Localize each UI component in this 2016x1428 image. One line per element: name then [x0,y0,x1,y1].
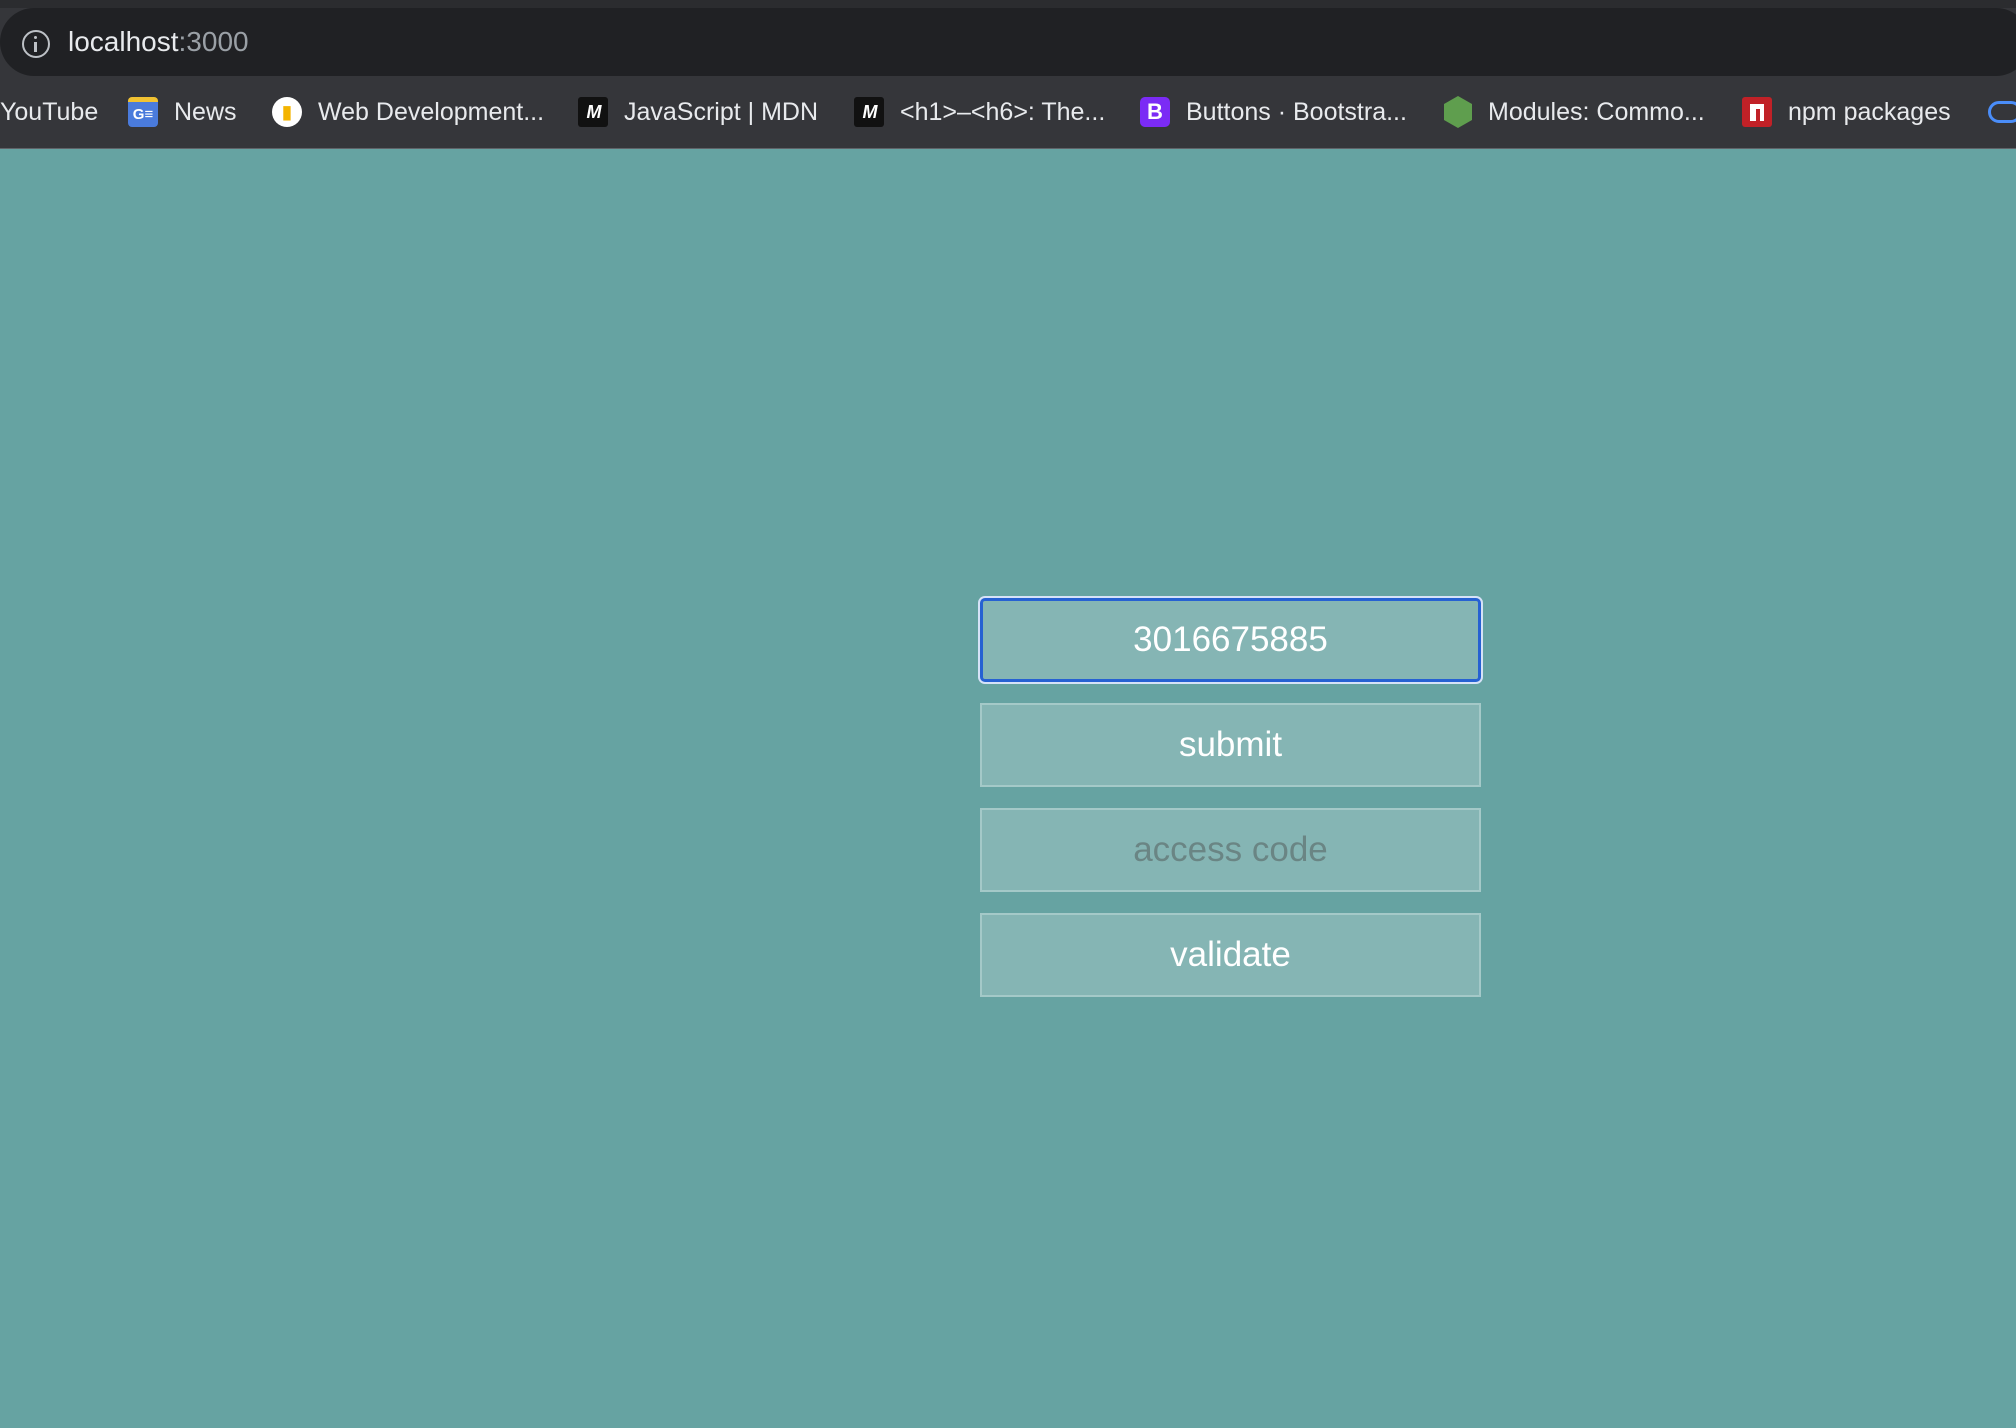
bookmark-node-modules[interactable]: Modules: Commo... [1444,92,1705,132]
bookmark-headings-mdn[interactable]: M <h1>–<h6>: The... [854,92,1105,132]
access-code-input[interactable] [980,808,1481,892]
bookmark-youtube[interactable]: YouTube [0,92,98,132]
bookmark-javascript-mdn[interactable]: M JavaScript | MDN [578,92,818,132]
url-port: :3000 [178,26,249,57]
bookmark-label: Modules: Commo... [1488,97,1705,126]
mdn-icon: M [854,97,884,127]
browser-chrome: localhost:3000 YouTube G≡ News ▮ Web Dev… [0,0,2016,149]
web-dev-icon: ▮ [272,97,302,127]
verification-form: submit validate [980,598,1481,1018]
bookmark-label: npm packages [1788,97,1951,126]
bookmark-label: <h1>–<h6>: The... [900,97,1106,126]
mdn-icon: M [578,97,608,127]
bookmark-label: Web Development... [318,97,545,126]
nodejs-icon [1444,96,1472,128]
bookmark-label: JavaScript | MDN [624,97,819,126]
bookmarks-bar: YouTube G≡ News ▮ Web Development... M J… [0,92,2016,132]
bookmark-label: Buttons · Bootstra... [1186,97,1407,126]
tab-strip [0,0,2016,8]
cloud-icon [1988,101,2016,123]
npm-icon [1742,97,1772,127]
bookmark-news[interactable]: G≡ News [128,92,237,132]
address-bar[interactable]: localhost:3000 [0,8,2016,76]
bookmark-cloud[interactable] [1988,92,2016,132]
bookmark-label: YouTube [0,97,99,126]
address-url[interactable]: localhost:3000 [68,25,249,59]
bookmark-bootstrap-buttons[interactable]: B Buttons · Bootstra... [1140,92,1407,132]
submit-button[interactable]: submit [980,703,1481,787]
url-host: localhost [68,26,179,57]
bookmark-npm-packages[interactable]: npm packages [1742,92,1951,132]
bookmark-web-development[interactable]: ▮ Web Development... [272,92,544,132]
bookmark-label: News [174,97,237,126]
google-news-icon: G≡ [128,97,158,127]
bootstrap-icon: B [1140,97,1170,127]
validate-button[interactable]: validate [980,913,1481,997]
site-info-icon[interactable] [22,30,50,58]
phone-number-input[interactable] [980,598,1481,682]
